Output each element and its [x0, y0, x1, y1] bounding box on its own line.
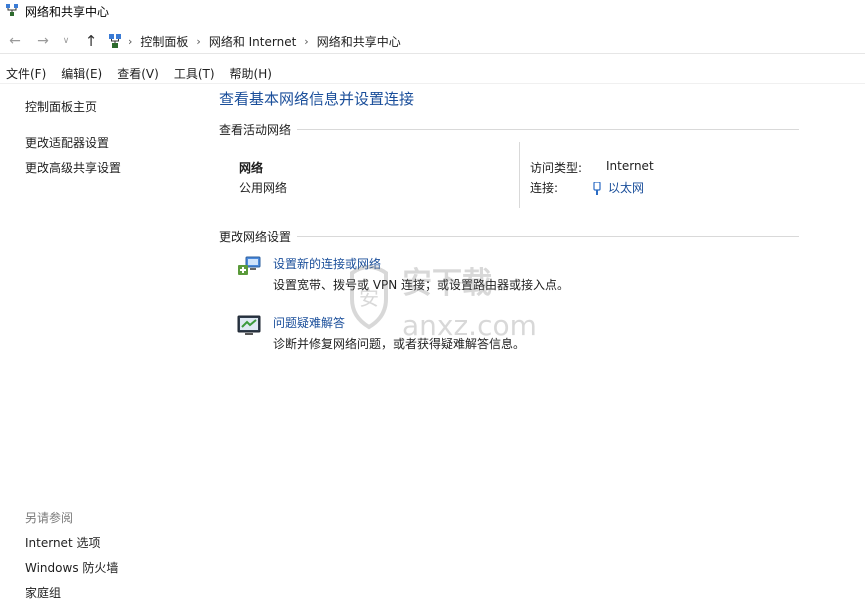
access-type-label: 访问类型:: [530, 161, 583, 175]
section-divider: [297, 129, 799, 130]
window-title: 网络和共享中心: [25, 5, 110, 19]
recent-locations-chevron-icon[interactable]: ∨: [60, 32, 72, 50]
access-type-value: Internet: [606, 159, 654, 173]
menu-view[interactable]: 查看(V): [117, 62, 159, 83]
forward-arrow-icon[interactable]: →: [34, 32, 52, 50]
new-connection-icon: [238, 256, 261, 275]
breadcrumb-sharing-center[interactable]: 网络和共享中心: [317, 33, 401, 50]
breadcrumb-control-panel[interactable]: 控制面板: [140, 33, 188, 50]
network-name: 网络: [239, 161, 264, 175]
change-settings-section-heading: 更改网络设置: [219, 228, 799, 245]
watermark-brand: 安下载: [402, 266, 492, 301]
breadcrumb: › 控制面板 › 网络和 Internet › 网络和共享中心: [128, 33, 401, 50]
menu-tools[interactable]: 工具(T): [174, 62, 215, 83]
breadcrumb-chevron-icon[interactable]: ›: [304, 35, 308, 48]
see-also-windows-firewall[interactable]: Windows 防火墙: [25, 559, 118, 576]
change-settings-label: 更改网络设置: [219, 230, 292, 244]
ethernet-link-label[interactable]: 以太网: [608, 181, 644, 195]
svg-text:安: 安: [359, 286, 379, 310]
active-networks-section-heading: 查看活动网络: [219, 121, 799, 138]
menu-bar: 文件(F) 编辑(E) 查看(V) 工具(T) 帮助(H): [0, 62, 865, 84]
page-title: 查看基本网络信息并设置连接: [219, 90, 415, 108]
menu-file[interactable]: 文件(F): [6, 62, 46, 83]
sidebar-control-panel-home[interactable]: 控制面板主页: [25, 98, 97, 115]
menu-help[interactable]: 帮助(H): [230, 62, 272, 83]
menu-edit[interactable]: 编辑(E): [61, 62, 102, 83]
network-panel-divider: [519, 142, 520, 208]
address-bar: ← → ∨ ↑ › 控制面板 › 网络和 Internet › 网络和共享中心: [0, 28, 865, 54]
sidebar-change-adapter-settings[interactable]: 更改适配器设置: [25, 134, 109, 151]
breadcrumb-chevron-icon[interactable]: ›: [128, 35, 132, 48]
network-type: 公用网络: [239, 181, 288, 195]
troubleshoot-link[interactable]: 问题疑难解答: [273, 314, 345, 331]
ethernet-icon: [593, 181, 601, 195]
active-networks-label: 查看活动网络: [219, 123, 292, 137]
watermark-logo: 安 安下载 anxz.com: [350, 265, 537, 342]
ethernet-link[interactable]: 以太网: [593, 179, 644, 196]
breadcrumb-network-internet[interactable]: 网络和 Internet: [209, 33, 296, 50]
up-arrow-icon[interactable]: ↑: [82, 32, 100, 50]
active-network-panel: 网络 公用网络 访问类型: Internet 连接: 以太网: [219, 142, 799, 208]
title-bar: 网络和共享中心: [0, 0, 865, 22]
sidebar-change-advanced-sharing[interactable]: 更改高级共享设置: [25, 159, 121, 176]
see-also-homegroup[interactable]: 家庭组: [25, 584, 61, 599]
breadcrumb-chevron-icon[interactable]: ›: [196, 35, 200, 48]
troubleshoot-icon: [237, 315, 261, 335]
connection-label: 连接:: [530, 181, 559, 195]
sidebar: 控制面板主页 更改适配器设置 更改高级共享设置 另请参阅 Internet 选项…: [0, 84, 200, 599]
back-arrow-icon[interactable]: ←: [6, 32, 24, 50]
see-also-heading: 另请参阅: [25, 511, 74, 525]
control-panel-icon: [109, 34, 121, 48]
watermark-text: anxz.com: [402, 309, 537, 342]
network-center-icon: [6, 4, 18, 16]
see-also-internet-options[interactable]: Internet 选项: [25, 534, 100, 551]
section-divider: [297, 236, 799, 237]
